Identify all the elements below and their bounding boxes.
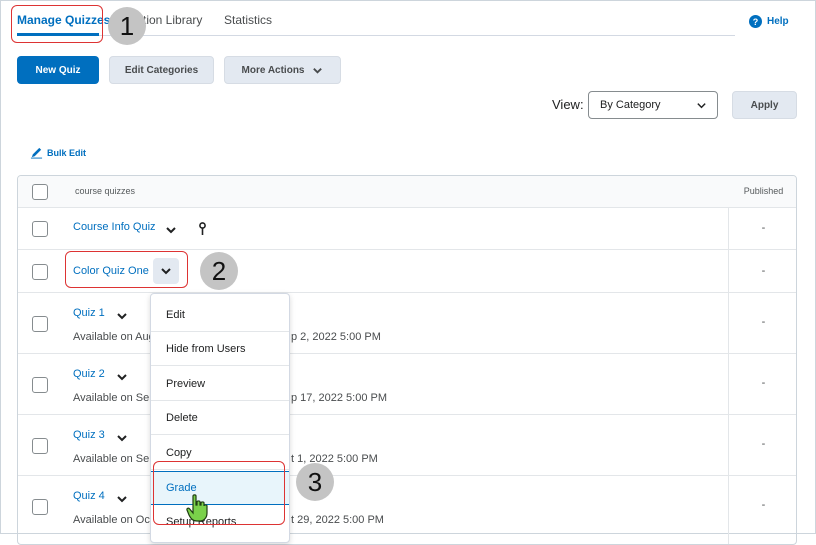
table-header: course quizzes Published [18, 176, 796, 208]
row-checkbox[interactable] [32, 438, 48, 454]
published-value: - [761, 222, 766, 234]
chevron-down-icon[interactable] [116, 493, 128, 505]
row-checkbox[interactable] [32, 264, 48, 280]
availability-end: p 2, 2022 5:00 PM [291, 331, 381, 343]
published-value: - [761, 316, 766, 328]
table-row: Quiz 1 Available on Aug p 2, 2022 5:00 P… [18, 293, 796, 354]
apply-button[interactable]: Apply [732, 91, 797, 119]
view-select-value: By Category [600, 99, 661, 111]
key-icon [199, 222, 206, 235]
header-course-quizzes: course quizzes [75, 186, 136, 196]
menu-item-delete[interactable]: Delete [151, 401, 289, 435]
help-link[interactable]: ? Help [749, 15, 789, 28]
chevron-down-icon[interactable] [116, 432, 128, 444]
availability-end: t 1, 2022 5:00 PM [291, 453, 378, 465]
view-label: View: [552, 97, 584, 112]
row-checkbox[interactable] [32, 499, 48, 515]
header-published: Published [743, 186, 784, 196]
availability-start: Available on Oct [73, 514, 153, 526]
tab-question-library[interactable]: tion Library [143, 13, 202, 27]
availability-start: Available on Aug [73, 331, 155, 343]
annotation-number-1: 1 [108, 7, 146, 45]
quiz-link[interactable]: Quiz 3 [73, 429, 105, 441]
edit-categories-button[interactable]: Edit Categories [109, 56, 214, 84]
table-row: Quiz 2 Available on Sep p 17, 2022 5:00 … [18, 354, 796, 415]
availability-start: Available on Sep [73, 392, 156, 404]
chevron-down-icon [313, 67, 323, 74]
bulk-edit-label: Bulk Edit [47, 147, 87, 158]
annotation-number-2: 2 [200, 252, 238, 290]
bulk-edit-link[interactable]: Bulk Edit [30, 146, 86, 159]
help-icon: ? [749, 15, 762, 28]
chevron-down-icon[interactable] [116, 310, 128, 322]
published-value: - [761, 499, 766, 511]
table-row: Quiz 4 Available on Oct t 29, 2022 5:00 … [18, 476, 796, 537]
table-row: Quiz 3 Available on Sep t 1, 2022 5:00 P… [18, 415, 796, 476]
select-all-checkbox[interactable] [32, 184, 48, 200]
annotation-box-3 [153, 461, 285, 525]
row-checkbox[interactable] [32, 221, 48, 237]
more-actions-button[interactable]: More Actions [224, 56, 341, 84]
row-checkbox[interactable] [32, 377, 48, 393]
availability-end: t 29, 2022 5:00 PM [291, 514, 384, 526]
annotation-box-2 [65, 251, 188, 288]
view-select[interactable]: By Category [588, 91, 718, 119]
published-value: - [761, 438, 766, 450]
chevron-down-icon[interactable] [165, 224, 177, 236]
tab-statistics[interactable]: Statistics [224, 13, 272, 27]
chevron-down-icon [697, 103, 706, 109]
quiz-link[interactable]: Quiz 1 [73, 307, 105, 319]
quiz-link[interactable]: Quiz 2 [73, 368, 105, 380]
quiz-link[interactable]: Course Info Quiz [73, 221, 156, 233]
annotation-box-1 [11, 5, 103, 43]
availability-end: p 17, 2022 5:00 PM [291, 392, 388, 404]
row-checkbox[interactable] [32, 316, 48, 332]
menu-item-edit[interactable]: Edit [151, 298, 289, 332]
help-label: Help [767, 16, 789, 27]
table-row: Course Info Quiz - [18, 208, 796, 250]
quiz-link[interactable]: Quiz 4 [73, 490, 105, 502]
published-value: - [761, 265, 766, 277]
more-actions-label: More Actions [241, 64, 305, 76]
quiz-table: course quizzes Published Course Info Qui… [17, 175, 797, 545]
published-value: - [761, 377, 766, 389]
menu-item-preview[interactable]: Preview [151, 367, 289, 401]
chevron-down-icon[interactable] [116, 371, 128, 383]
pencil-icon [30, 147, 43, 159]
annotation-number-3: 3 [296, 463, 334, 501]
availability-start: Available on Sep [73, 453, 156, 465]
menu-item-hide-from-users[interactable]: Hide from Users [151, 332, 289, 366]
new-quiz-button[interactable]: New Quiz [17, 56, 99, 84]
